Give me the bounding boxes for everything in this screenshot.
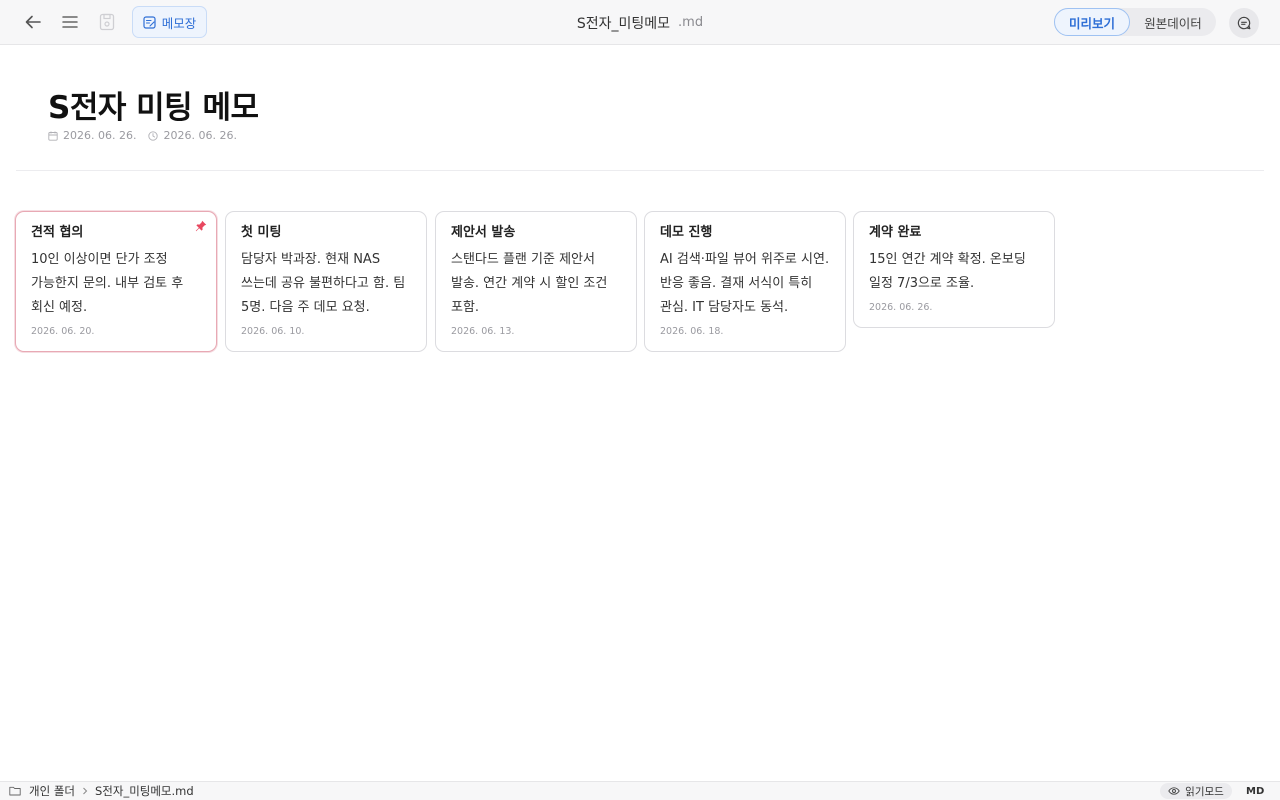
memo-card[interactable]: 견적 협의 10인 이상이면 단가 조정 가능한지 문의. 내부 검토 후 회신… xyxy=(15,211,217,352)
breadcrumb: 개인 폴더 S전자_미팅메모.md xyxy=(9,782,194,800)
card-title: 견적 협의 xyxy=(31,225,84,240)
card-body: AI 검색·파일 뷰어 위주로 시연. 반응 좋음. 결재 서식이 특히 관심.… xyxy=(660,252,830,315)
calendar-icon xyxy=(48,131,58,141)
modified-date: 2026. 06. 26. xyxy=(148,129,237,142)
memo-button[interactable]: 메모장 xyxy=(132,6,207,38)
card-date: 2026. 06. 20. xyxy=(31,326,95,337)
chevron-right-icon xyxy=(83,787,88,795)
card-date: 2026. 06. 26. xyxy=(869,302,933,313)
card-date: 2026. 06. 13. xyxy=(451,326,515,337)
eye-icon xyxy=(1168,787,1180,795)
card-body: 스탠다드 플랜 기준 제안서 발송. 연간 계약 시 할인 조건 포함. xyxy=(451,252,608,315)
memo-button-label: 메모장 xyxy=(161,15,197,31)
top-toolbar: 메모장 S전자_미팅메모 .md 미리보기 원본데이터 xyxy=(0,0,1280,45)
clock-icon xyxy=(148,130,159,141)
read-mode-button[interactable]: 읽기모드 xyxy=(1160,783,1232,799)
card-body: 15인 연간 계약 확정. 온보딩 일정 7/3으로 조율. xyxy=(869,252,1026,291)
modified-date-text: 2026. 06. 26. xyxy=(163,129,237,142)
header-divider xyxy=(16,170,1264,171)
card-title: 첫 미팅 xyxy=(241,225,282,240)
memo-icon xyxy=(143,15,156,29)
menu-icon[interactable] xyxy=(56,8,84,36)
document-extension: .md xyxy=(678,15,704,30)
card-title: 계약 완료 xyxy=(869,225,922,240)
created-date-text: 2026. 06. 26. xyxy=(63,129,137,142)
card-date: 2026. 06. 18. xyxy=(660,326,724,337)
created-date: 2026. 06. 26. xyxy=(48,129,136,142)
breadcrumb-folder[interactable]: 개인 폴더 xyxy=(29,783,75,799)
preview-tab[interactable]: 미리보기 xyxy=(1054,8,1130,36)
memo-card[interactable]: 데모 진행 AI 검색·파일 뷰어 위주로 시연. 반응 좋음. 결재 서식이 … xyxy=(644,211,846,352)
card-title: 제안서 발송 xyxy=(451,225,516,240)
chat-bubble-icon xyxy=(1237,16,1251,30)
card-body: 10인 이상이면 단가 조정 가능한지 문의. 내부 검토 후 회신 예정. xyxy=(31,252,184,315)
back-arrow-icon[interactable] xyxy=(19,8,47,36)
memo-card[interactable]: 제안서 발송 스탠다드 플랜 기준 제안서 발송. 연간 계약 시 할인 조건 … xyxy=(435,211,637,352)
view-mode-toggle: 미리보기 원본데이터 xyxy=(1054,8,1216,36)
card-title: 데모 진행 xyxy=(660,225,713,240)
save-icon[interactable] xyxy=(93,8,121,36)
memo-card[interactable]: 첫 미팅 담당자 박과장. 현재 NAS 쓰는데 공유 불편하다고 함. 팀 5… xyxy=(225,211,427,352)
raw-data-tab[interactable]: 원본데이터 xyxy=(1130,8,1216,36)
pin-icon xyxy=(195,220,207,232)
read-mode-label: 읽기모드 xyxy=(1185,785,1224,798)
memo-card[interactable]: 계약 완료 15인 연간 계약 확정. 온보딩 일정 7/3으로 조율. 202… xyxy=(853,211,1055,328)
format-badge: MD xyxy=(1246,785,1265,797)
card-body: 담당자 박과장. 현재 NAS 쓰는데 공유 불편하다고 함. 팀 5명. 다음… xyxy=(241,252,406,315)
folder-icon xyxy=(9,786,21,796)
chat-button[interactable] xyxy=(1229,8,1259,38)
breadcrumb-file[interactable]: S전자_미팅메모.md xyxy=(95,783,194,799)
status-bar: 개인 폴더 S전자_미팅메모.md 읽기모드 MD xyxy=(0,781,1280,800)
document-name: S전자_미팅메모 xyxy=(576,15,671,32)
date-meta: 2026. 06. 26. 2026. 06. 26. xyxy=(48,129,237,142)
card-date: 2026. 06. 10. xyxy=(241,326,305,337)
page-title: S전자 미팅 메모 xyxy=(48,90,259,126)
